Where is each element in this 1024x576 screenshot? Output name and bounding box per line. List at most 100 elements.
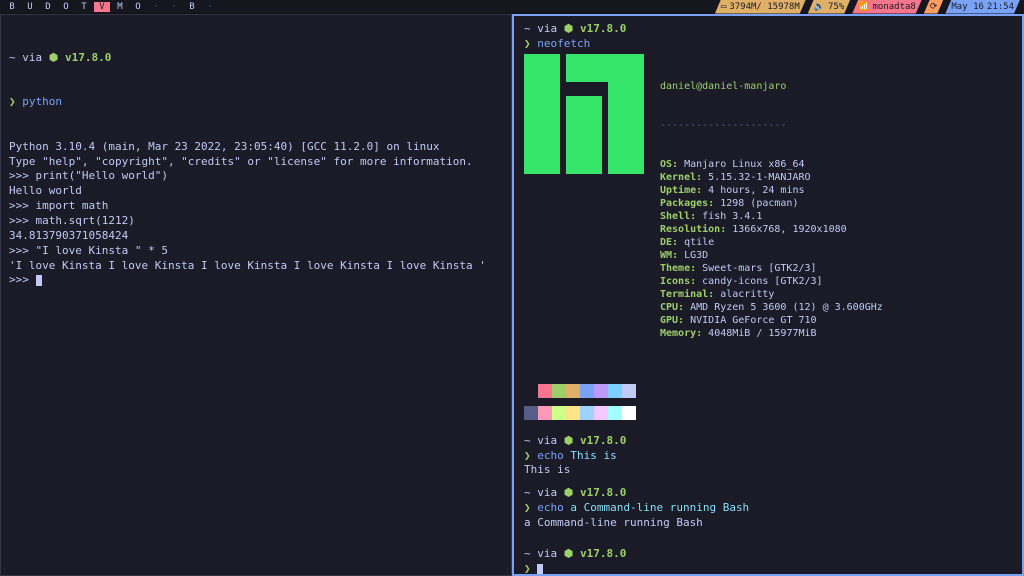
workspace-2[interactable]: U	[22, 2, 38, 12]
neofetch-row: CPU: AMD Ryzen 5 3600 (12) @ 3.600GHz	[660, 301, 883, 314]
palette-swatch	[566, 406, 580, 420]
palette-swatch	[594, 384, 608, 398]
workspace-list: BUDOTVMO··B·	[4, 2, 218, 12]
workspace-11[interactable]: B	[184, 2, 200, 12]
palette-swatch	[538, 406, 552, 420]
color-palette-row2	[524, 406, 1012, 420]
time-text: 21:54	[987, 2, 1014, 12]
date-text: May 16	[951, 2, 984, 12]
node-icon: ⬢	[564, 22, 574, 35]
neofetch-row: Kernel: 5.15.32-1-MANJARO	[660, 171, 883, 184]
prompt-line: ❯ echo This is	[524, 449, 1012, 464]
workspace-1[interactable]: B	[4, 2, 20, 12]
workspace-12[interactable]: ·	[202, 2, 218, 12]
command-session: ~ via ⬢ v17.8.0❯ echo This isThis is	[524, 434, 1012, 479]
memory-icon: ▭	[721, 2, 726, 12]
prompt-line: ❯ neofetch	[524, 37, 1012, 52]
neofetch-info: daniel@daniel-manjaro ------------------…	[660, 54, 883, 366]
volume-icon: 🔈	[814, 2, 825, 12]
palette-swatch	[566, 384, 580, 398]
prompt-context: ~ via ⬢ v17.8.0	[524, 486, 1012, 501]
neofetch-row: Shell: fish 3.4.1	[660, 210, 883, 223]
workspace-9[interactable]: ·	[148, 2, 164, 12]
palette-swatch	[622, 406, 636, 420]
neofetch-row: Theme: Sweet-mars [GTK2/3]	[660, 262, 883, 275]
network-widget[interactable]: 📶 monadta8	[852, 0, 922, 14]
color-palette-row1	[524, 384, 1012, 398]
prompt-context: ~ via ⬢ v17.8.0	[524, 434, 1012, 449]
palette-swatch	[622, 384, 636, 398]
updates-icon: ⟳	[930, 2, 938, 12]
wifi-icon: 📶	[858, 2, 869, 12]
neofetch-user: daniel@daniel-manjaro	[660, 81, 786, 92]
workspace-8[interactable]: O	[130, 2, 146, 12]
repl-line: 'I love Kinsta I love Kinsta I love Kins…	[9, 259, 503, 274]
cursor-icon	[537, 564, 543, 575]
repl-line: >>> import math	[9, 199, 503, 214]
repl-line: 34.813790371058424	[9, 229, 503, 244]
prompt-context: ~ via ⬢ v17.8.0	[524, 547, 1012, 562]
workspace-4[interactable]: O	[58, 2, 74, 12]
prompt-line: ❯ python	[9, 95, 503, 110]
palette-swatch	[608, 384, 622, 398]
neofetch-row: DE: qtile	[660, 236, 883, 249]
memory-widget: ▭ 3794M/ 15978M	[715, 0, 806, 14]
memory-text: 3794M/ 15978M	[729, 2, 799, 12]
command-output: This is	[524, 463, 1012, 478]
workspace-3[interactable]: D	[40, 2, 56, 12]
neofetch-row: Memory: 4048MiB / 15977MiB	[660, 327, 883, 340]
neofetch-row: Icons: candy-icons [GTK2/3]	[660, 275, 883, 288]
terminal-right[interactable]: ~ via ⬢ v17.8.0 ❯ neofetch daniel@daniel…	[512, 14, 1024, 576]
volume-widget[interactable]: 🔈 75%	[808, 0, 850, 14]
prompt-context: ~ via ⬢ v17.8.0	[524, 22, 1012, 37]
repl-line: >>>	[9, 273, 503, 288]
clock-widget: May 16 21:54	[945, 0, 1020, 14]
command-python: python	[22, 95, 62, 108]
neofetch-row: OS: Manjaro Linux x86_64	[660, 158, 883, 171]
palette-swatch	[580, 406, 594, 420]
workspace-10[interactable]: ·	[166, 2, 182, 12]
node-icon: ⬢	[564, 547, 574, 560]
command-session: ~ via ⬢ v17.8.0❯ echo a Command-line run…	[524, 486, 1012, 531]
neofetch-row: Uptime: 4 hours, 24 mins	[660, 184, 883, 197]
neofetch-output: daniel@daniel-manjaro ------------------…	[524, 54, 1012, 366]
prompt-line-active[interactable]: ❯	[524, 562, 1012, 576]
workspace-6[interactable]: V	[94, 2, 110, 12]
manjaro-logo-icon	[524, 54, 644, 174]
volume-text: 75%	[828, 2, 844, 12]
neofetch-row: Terminal: alacritty	[660, 288, 883, 301]
palette-swatch	[552, 384, 566, 398]
neofetch-row: GPU: NVIDIA GeForce GT 710	[660, 314, 883, 327]
repl-line: Type "help", "copyright", "credits" or "…	[9, 155, 503, 170]
palette-swatch	[524, 384, 538, 398]
cursor-icon	[36, 275, 42, 286]
network-text: monadta8	[872, 2, 915, 12]
repl-line: >>> "I love Kinsta " * 5	[9, 244, 503, 259]
neofetch-separator: ---------------------	[660, 119, 883, 132]
top-bar: BUDOTVMO··B· ▭ 3794M/ 15978M 🔈 75% 📶 mon…	[0, 0, 1024, 14]
palette-swatch	[608, 406, 622, 420]
palette-swatch	[594, 406, 608, 420]
node-icon: ⬢	[49, 51, 59, 64]
prompt-line: ❯ echo a Command-line running Bash	[524, 501, 1012, 516]
workspace-5[interactable]: T	[76, 2, 92, 12]
terminal-left[interactable]: ~ via ⬢ v17.8.0 ❯ python Python 3.10.4 (…	[0, 14, 512, 576]
repl-line: >>> print("Hello world")	[9, 169, 503, 184]
palette-swatch	[552, 406, 566, 420]
repl-line: Python 3.10.4 (main, Mar 23 2022, 23:05:…	[9, 140, 503, 155]
updates-widget[interactable]: ⟳	[924, 0, 944, 14]
neofetch-row: Resolution: 1366x768, 1920x1080	[660, 223, 883, 236]
neofetch-row: WM: LG3D	[660, 249, 883, 262]
status-tray: ▭ 3794M/ 15978M 🔈 75% 📶 monadta8 ⟳ May 1…	[715, 0, 1020, 14]
prompt-context: ~ via ⬢ v17.8.0	[9, 51, 503, 66]
palette-swatch	[524, 406, 538, 420]
workspace-7[interactable]: M	[112, 2, 128, 12]
palette-swatch	[580, 384, 594, 398]
command-output: a Command-line running Bash	[524, 516, 1012, 531]
command-neofetch: neofetch	[537, 37, 590, 50]
neofetch-row: Packages: 1298 (pacman)	[660, 197, 883, 210]
repl-line: >>> math.sqrt(1212)	[9, 214, 503, 229]
repl-line: Hello world	[9, 184, 503, 199]
palette-swatch	[538, 384, 552, 398]
tiling-split: ~ via ⬢ v17.8.0 ❯ python Python 3.10.4 (…	[0, 14, 1024, 576]
